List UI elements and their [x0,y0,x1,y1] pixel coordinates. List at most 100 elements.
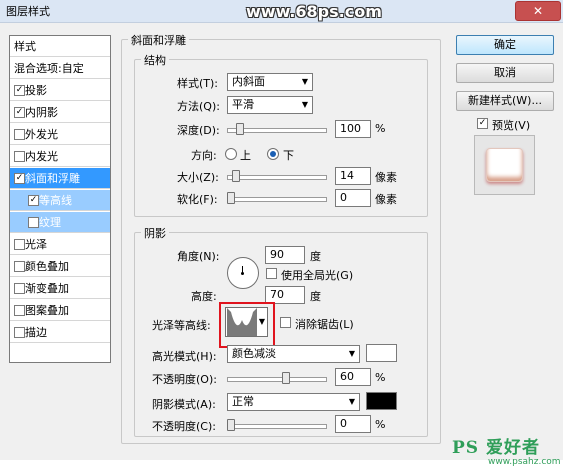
soften-input[interactable]: 0 [335,189,371,207]
style-dropdown[interactable]: 内斜面 ▼ [227,73,313,91]
style-list-checkbox[interactable] [14,239,25,250]
style-label: 样式(T): [177,77,219,90]
style-list-item-6[interactable]: ✓ 斜面和浮雕 [10,168,110,189]
global-light-checkbox[interactable] [266,268,277,279]
style-list-item-9[interactable]: 光泽 [10,234,110,255]
style-list-item-7[interactable]: ✓ 等高线 [10,190,110,211]
direction-down-label[interactable]: 下 [283,147,294,163]
style-list-label: 内发光 [25,150,58,163]
shading-title: 阴影 [141,225,169,241]
shadow-mode-dropdown[interactable]: 正常 ▼ [227,393,360,411]
preview-swatch [486,148,523,182]
altitude-label: 高度: [191,290,217,303]
angle-dial-center [241,272,244,275]
contour-curve-icon [227,308,257,336]
style-list-item-13[interactable]: 描边 [10,322,110,343]
style-list-label: 投影 [25,84,47,97]
shadow-opacity-slider-track[interactable] [227,424,327,429]
soften-label: 软化(F): [177,193,218,206]
style-list-item-0[interactable]: 样式 [10,36,110,57]
gloss-contour-label: 光泽等高线: [152,319,211,332]
direction-up-label[interactable]: 上 [240,147,251,163]
size-input[interactable]: 14 [335,167,371,185]
style-list-checkbox[interactable] [14,261,25,272]
style-list-item-11[interactable]: 渐变叠加 [10,278,110,299]
style-list-item-10[interactable]: 颜色叠加 [10,256,110,277]
soften-unit: 像素 [375,193,397,206]
style-list-label: 样式 [14,40,36,53]
antialias-checkbox[interactable] [280,317,291,328]
shadow-color-swatch[interactable] [366,392,397,410]
method-label: 方法(Q): [177,100,220,113]
direction-up-radio[interactable] [225,148,237,160]
style-list-item-5[interactable]: 内发光 [10,146,110,167]
style-list-item-1[interactable]: 混合选项:自定 [10,58,110,79]
size-slider-thumb[interactable] [231,170,240,182]
highlight-opacity-input[interactable]: 60 [335,368,371,386]
site-watermark: www.68ps.com [246,2,382,21]
psahz-logo-url: www.psahz.com [488,457,561,467]
style-list-label: 斜面和浮雕 [25,172,80,185]
depth-label: 深度(D): [177,124,220,137]
shadow-opacity-input[interactable]: 0 [335,415,371,433]
style-dropdown-value: 内斜面 [232,75,265,88]
angle-dial[interactable] [227,257,259,289]
chevron-down-icon: ▼ [258,317,265,326]
style-list-checkbox[interactable] [14,305,25,316]
psahz-logo: PS 爱好者 [452,438,540,458]
shadow-opacity-unit: % [375,418,386,431]
highlight-color-swatch[interactable] [366,344,397,362]
angle-unit: 度 [310,250,321,263]
preview-checkbox[interactable]: ✓ [477,118,488,129]
direction-down-radio[interactable] [267,148,279,160]
method-dropdown[interactable]: 平滑 ▼ [227,96,313,114]
altitude-unit: 度 [310,290,321,303]
title-bar: 图层样式 www.68ps.com ✕ [0,0,563,23]
chevron-down-icon: ▼ [301,77,308,86]
style-list-checkbox[interactable] [14,151,25,162]
style-list-checkbox[interactable] [14,327,25,338]
chevron-down-icon: ▼ [301,100,308,109]
dialog-body: 样式 混合选项:自定 ✓ 投影 ✓ 内阴影 外发光 内发光 ✓ 斜面和浮雕 ✓ 等高线 纹理 光泽 颜色叠加… [0,23,563,467]
global-light-label[interactable]: 使用全局光(G) [281,267,353,283]
size-slider-track[interactable] [227,175,327,180]
soften-slider-track[interactable] [227,197,327,202]
antialias-label[interactable]: 消除锯齿(L) [295,316,354,332]
style-list-checkbox[interactable] [14,129,25,140]
highlight-mode-dropdown[interactable]: 颜色减淡 ▼ [227,345,360,363]
highlight-opacity-slider-thumb[interactable] [282,372,291,384]
preview-label[interactable]: 预览(V) [492,117,530,133]
style-list-item-3[interactable]: ✓ 内阴影 [10,102,110,123]
size-label: 大小(Z): [177,171,219,184]
gloss-contour-picker[interactable]: ▼ [225,307,268,337]
style-list-checkbox[interactable] [14,283,25,294]
highlight-mode-label: 高光模式(H): [152,350,217,363]
style-list-checkbox[interactable]: ✓ [14,85,25,96]
style-list-checkbox[interactable] [28,217,39,228]
cancel-button[interactable]: 取消 [456,63,554,83]
style-list-item-12[interactable]: 图案叠加 [10,300,110,321]
style-list-item-2[interactable]: ✓ 投影 [10,80,110,101]
close-button[interactable]: ✕ [515,1,561,21]
style-list-checkbox[interactable]: ✓ [28,195,39,206]
shadow-mode-label: 阴影模式(A): [152,398,216,411]
style-list-label: 渐变叠加 [25,282,69,295]
ok-button[interactable]: 确定 [456,35,554,55]
depth-slider-thumb[interactable] [236,123,245,135]
new-style-button[interactable]: 新建样式(W)... [456,91,554,111]
style-list-item-4[interactable]: 外发光 [10,124,110,145]
depth-input[interactable]: 100 [335,120,371,138]
angle-input[interactable]: 90 [265,246,305,264]
soften-slider-thumb[interactable] [227,192,235,204]
shadow-opacity-slider-thumb[interactable] [227,419,235,431]
angle-label: 角度(N): [177,250,220,263]
direction-label: 方向: [191,149,217,162]
style-list-checkbox[interactable]: ✓ [14,173,25,184]
bevel-emboss-title: 斜面和浮雕 [128,32,189,48]
style-list-checkbox[interactable]: ✓ [14,107,25,118]
highlight-opacity-slider-track[interactable] [227,377,327,382]
shadow-mode-value: 正常 [232,395,254,408]
style-list-label: 外发光 [25,128,58,141]
shadow-opacity-label: 不透明度(C): [152,420,216,433]
style-list-item-8[interactable]: 纹理 [10,212,110,233]
